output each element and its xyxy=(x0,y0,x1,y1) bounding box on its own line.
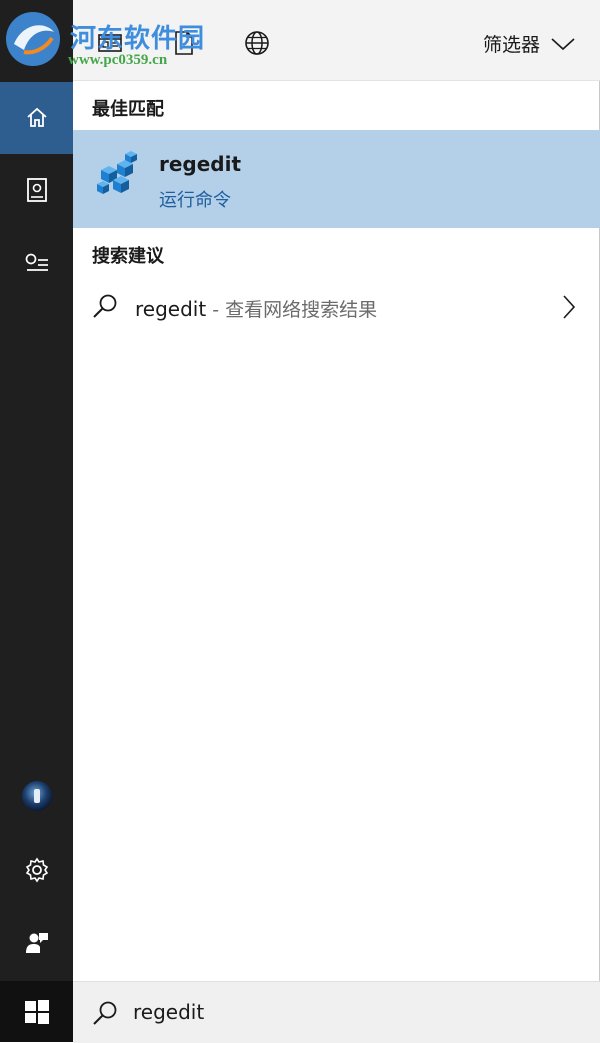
notebook-button[interactable] xyxy=(0,154,73,226)
best-match-name: regedit xyxy=(159,152,242,176)
best-match-subtitle: 运行命令 xyxy=(159,190,231,211)
home-icon xyxy=(26,107,47,127)
user-avatar-button[interactable] xyxy=(0,760,73,832)
settings-button[interactable] xyxy=(0,834,73,906)
reminders-icon xyxy=(25,253,48,271)
suggestions-heading: 搜索建议 xyxy=(92,246,164,267)
web-filter-button[interactable] xyxy=(242,28,272,58)
feedback-icon xyxy=(25,933,48,953)
reminders-button[interactable] xyxy=(0,226,73,298)
best-match-heading: 最佳匹配 xyxy=(92,99,164,120)
home-button[interactable] xyxy=(0,82,73,154)
search-icon xyxy=(93,294,117,318)
suggestion-term: regedit xyxy=(135,297,207,321)
search-icon xyxy=(93,1001,117,1025)
web-suggestion-item[interactable]: regedit - 查看网络搜索结果 xyxy=(73,280,600,334)
filter-dropdown[interactable]: 筛选器 xyxy=(483,30,576,57)
suggestion-text: regedit - 查看网络搜索结果 xyxy=(135,295,377,322)
user-avatar xyxy=(21,781,52,811)
notebook-icon xyxy=(26,178,47,202)
web-icon xyxy=(245,31,269,55)
left-rail xyxy=(0,0,73,1042)
search-input[interactable] xyxy=(133,996,553,1028)
watermark-logo xyxy=(6,12,60,66)
chevron-down-icon xyxy=(551,37,575,50)
suggestion-hint: - 查看网络搜索结果 xyxy=(206,299,378,321)
settings-icon xyxy=(25,857,48,883)
watermark-url: www.pc0359.cn xyxy=(68,52,168,68)
search-bar xyxy=(73,981,600,1043)
filter-label: 筛选器 xyxy=(482,34,540,56)
windows-icon xyxy=(24,999,49,1024)
best-match-item[interactable]: regedit 运行命令 xyxy=(73,130,600,228)
feedback-button[interactable] xyxy=(0,906,73,978)
watermark-title: 河东软件园 xyxy=(70,24,206,53)
start-button[interactable] xyxy=(0,981,73,1042)
watermark: 河东软件园 www.pc0359.cn xyxy=(4,8,234,68)
registry-editor-icon xyxy=(97,151,137,194)
chevron-right-icon xyxy=(563,295,576,319)
